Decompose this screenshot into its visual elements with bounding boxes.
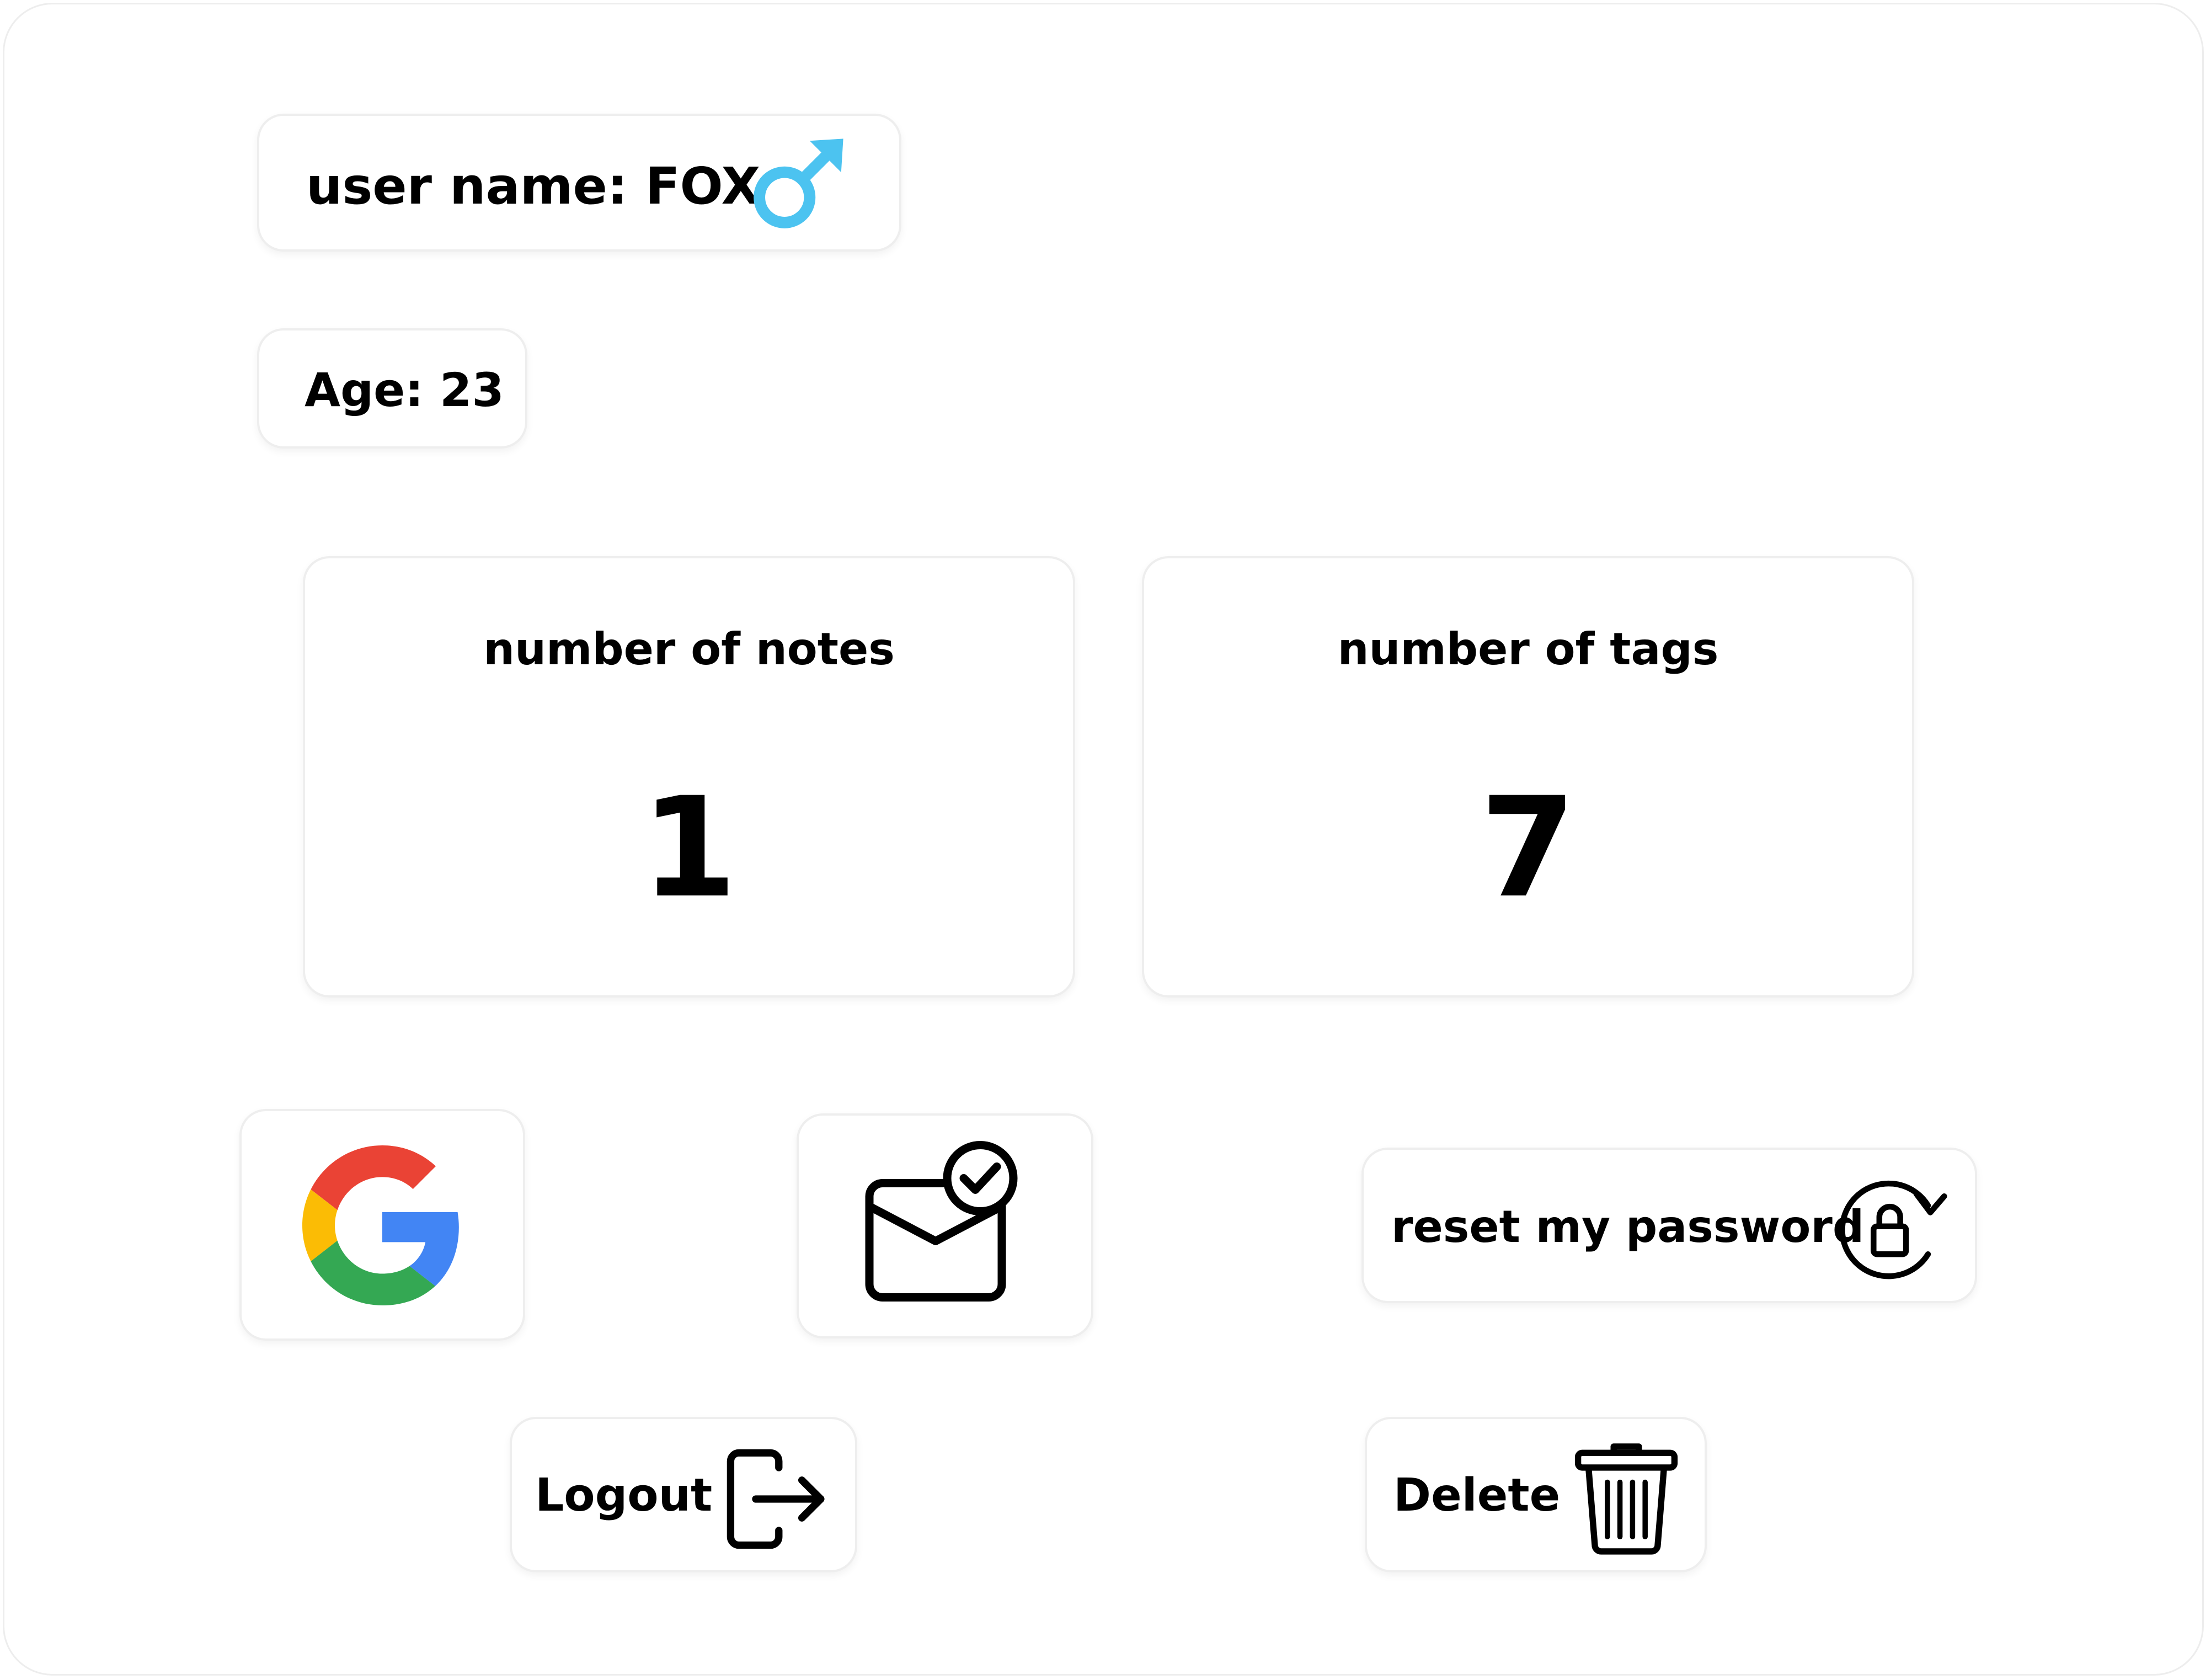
- trash-icon: [1574, 1443, 1678, 1555]
- notes-count-card: number of notes 1: [303, 556, 1075, 998]
- tags-count-value: 7: [1480, 767, 1576, 928]
- username-label: user name: FOX: [306, 157, 761, 216]
- google-account-button[interactable]: [239, 1109, 525, 1341]
- reset-password-label: reset my password: [1391, 1201, 1865, 1252]
- male-symbol-icon: [754, 138, 843, 228]
- reset-password-button[interactable]: reset my password: [1361, 1148, 1977, 1303]
- email-verified-button[interactable]: [797, 1113, 1093, 1338]
- age-label: Age: 23: [305, 363, 504, 417]
- logout-icon: [727, 1449, 825, 1549]
- delete-account-button[interactable]: Delete: [1365, 1417, 1707, 1572]
- notes-card-title: number of notes: [483, 623, 895, 675]
- tags-count-card: number of tags 7: [1142, 556, 1914, 998]
- email-verified-icon: [865, 1141, 1018, 1302]
- username-badge: user name: FOX: [257, 114, 901, 252]
- notes-count-value: 1: [641, 767, 737, 928]
- lock-refresh-icon: [1839, 1180, 1947, 1279]
- google-logo-icon: [302, 1145, 459, 1305]
- logout-button[interactable]: Logout: [510, 1417, 857, 1572]
- age-badge: Age: 23: [257, 328, 527, 449]
- tags-card-title: number of tags: [1337, 623, 1719, 675]
- profile-panel: user name: FOX Age: 23 number of notes 1…: [3, 3, 2204, 1676]
- delete-label: Delete: [1393, 1469, 1561, 1522]
- logout-label: Logout: [535, 1469, 713, 1522]
